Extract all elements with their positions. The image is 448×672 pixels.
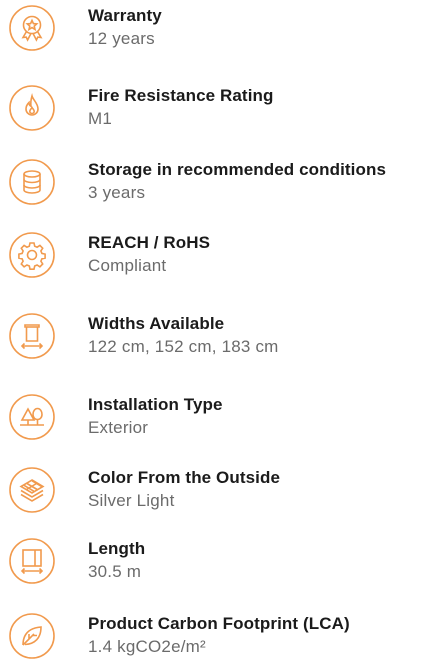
spec-value: 30.5 m: [88, 562, 142, 581]
spec-label: REACH / RoHS: [88, 233, 211, 252]
length-icon: [8, 537, 56, 585]
spec-label: Product Carbon Footprint (LCA): [88, 614, 350, 633]
spec-value: 3 years: [88, 183, 146, 202]
spec-label: Color From the Outside: [88, 468, 281, 487]
spec-item-widths: Widths Available 122 cm, 152 cm, 183 cm: [0, 312, 448, 372]
leaf-icon: [8, 612, 56, 660]
spec-list: Warranty 12 years Fire Resistance Rating…: [0, 0, 448, 663]
spec-item-warranty: Warranty 12 years: [0, 4, 448, 64]
layers-icon: [8, 466, 56, 514]
outdoor-trees-icon: [8, 393, 56, 441]
spec-label: Installation Type: [88, 395, 223, 414]
spec-item-length: Length 30.5 m: [0, 537, 448, 597]
spec-value: Compliant: [88, 256, 167, 275]
spec-value: 12 years: [88, 29, 155, 48]
spec-item-fire-resistance: Fire Resistance Rating M1: [0, 84, 448, 144]
spec-item-reach-rohs: REACH / RoHS Compliant: [0, 231, 448, 291]
spec-value: Silver Light: [88, 491, 175, 510]
spec-value: 122 cm, 152 cm, 183 cm: [88, 337, 279, 356]
spec-item-carbon-footprint: Product Carbon Footprint (LCA) 1.4 kgCO2…: [0, 612, 448, 672]
spec-label: Widths Available: [88, 314, 225, 333]
database-storage-icon: [8, 158, 56, 206]
spec-label: Storage in recommended conditions: [88, 160, 387, 179]
spec-item-storage: Storage in recommended conditions 3 year…: [0, 158, 448, 218]
gear-icon: [8, 231, 56, 279]
spec-value: Exterior: [88, 418, 149, 437]
flame-icon: [8, 84, 56, 132]
spec-label: Fire Resistance Rating: [88, 86, 274, 105]
spec-value: M1: [88, 109, 113, 128]
roll-width-icon: [8, 312, 56, 360]
spec-item-color: Color From the Outside Silver Light: [0, 466, 448, 526]
spec-label: Warranty: [88, 6, 162, 25]
warranty-badge-icon: [8, 4, 56, 52]
spec-value: 1.4 kgCO2e/m²: [88, 637, 206, 656]
spec-label: Length: [88, 539, 146, 558]
spec-item-installation: Installation Type Exterior: [0, 393, 448, 453]
